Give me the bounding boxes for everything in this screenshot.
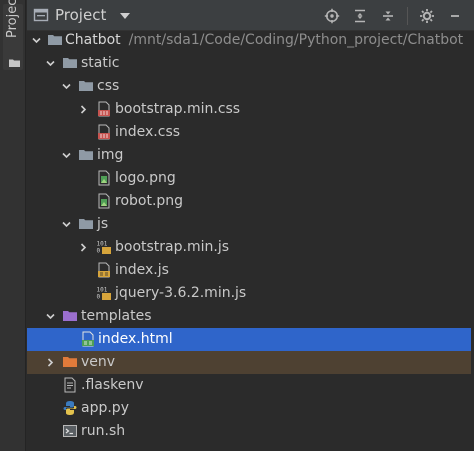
locate-icon[interactable]: [323, 7, 341, 25]
tree-row-bootstrap-min-js[interactable]: 101 0 bootstrap.min.js: [27, 236, 471, 259]
tree-item-label: bootstrap.min.css: [115, 101, 241, 117]
svg-text:101: 101: [97, 287, 108, 294]
toolbar-divider: [407, 7, 408, 25]
header-toolbar: [323, 6, 464, 26]
tree-row-logo-png[interactable]: logo.png: [27, 167, 471, 190]
tree-row-jquery[interactable]: 101 0 jquery-3.6.2.min.js: [27, 282, 471, 305]
svg-text:0: 0: [97, 294, 101, 301]
tree-row-js[interactable]: js: [27, 213, 471, 236]
chevron-down-icon[interactable]: [120, 13, 131, 19]
expand-all-icon[interactable]: [351, 7, 369, 25]
folder-icon: [79, 81, 93, 91]
tree-root-label: Chatbot/mnt/sda1/Code/Coding/Python_proj…: [65, 29, 463, 52]
tool-window-header: Project: [27, 0, 474, 31]
tree-item-label: bootstrap.min.js: [115, 239, 229, 255]
folder-icon: [79, 219, 93, 229]
gear-icon[interactable]: [418, 7, 436, 25]
tree-item-label: app.py: [81, 400, 129, 416]
css-file-icon: [98, 124, 110, 140]
project-tool-tab[interactable]: Project: [3, 0, 23, 70]
folder-icon: [48, 35, 62, 45]
image-file-icon: [98, 170, 110, 186]
chevron-right-icon[interactable]: [78, 242, 89, 253]
js-file-icon: [98, 262, 110, 278]
tree-row-chatbot[interactable]: Chatbot/mnt/sda1/Code/Coding/Python_proj…: [27, 29, 471, 52]
collapse-all-icon[interactable]: [379, 7, 397, 25]
tree-item-label: index.html: [98, 331, 173, 347]
view-label: Project: [55, 6, 107, 24]
folder-icon: [79, 150, 93, 160]
tree-row-static[interactable]: static: [27, 52, 471, 75]
chevron-down-icon[interactable]: [61, 81, 72, 92]
tree-item-label: run.sh: [81, 423, 126, 439]
project-tool-tab-label: Project: [5, 0, 20, 38]
chevron-down-icon[interactable]: [61, 219, 72, 230]
tree-row-run-sh[interactable]: run.sh: [27, 420, 471, 443]
tree-row-index-css[interactable]: index.css: [27, 121, 471, 144]
project-view-icon: [33, 8, 49, 22]
tree-item-label: static: [81, 55, 120, 71]
tree-row-venv[interactable]: venv: [27, 351, 471, 374]
tree-item-label: js: [97, 216, 109, 232]
binary-js-file-icon: 101 0: [97, 241, 111, 255]
css-file-icon: [98, 101, 110, 117]
image-file-icon: [98, 193, 110, 209]
chevron-right-icon[interactable]: [78, 104, 89, 115]
tree-row-templates[interactable]: templates: [27, 305, 471, 328]
tree-item-label: index.css: [115, 124, 181, 140]
tree-item-label: index.js: [115, 262, 169, 278]
chevron-down-icon[interactable]: [31, 35, 42, 46]
folder-icon: [9, 59, 20, 67]
tree-row-bootstrap-min-css[interactable]: bootstrap.min.css: [27, 98, 471, 121]
tree-row-img[interactable]: img: [27, 144, 471, 167]
tree-item-label: robot.png: [115, 193, 184, 209]
chevron-right-icon[interactable]: [45, 357, 56, 368]
templates-folder-icon: [63, 311, 77, 321]
binary-js-file-icon: 101 0: [97, 287, 111, 301]
chevron-down-icon[interactable]: [45, 311, 56, 322]
chevron-down-icon[interactable]: [61, 150, 72, 161]
tree-item-label: jquery-3.6.2.min.js: [115, 285, 247, 301]
tree-item-label: templates: [81, 308, 152, 324]
project-tree: Chatbot/mnt/sda1/Code/Coding/Python_proj…: [27, 31, 474, 451]
tree-item-label: css: [97, 78, 120, 94]
python-file-icon: [63, 401, 77, 415]
tree-row-index-html[interactable]: index.html: [27, 328, 471, 351]
root-path: /mnt/sda1/Code/Coding/Python_project/Cha…: [128, 32, 464, 48]
text-file-icon: [64, 377, 76, 393]
project-tool-window: Project Project Chatbot /mnt/sda1/Code/C…: [0, 0, 474, 451]
tree-item-label: .flaskenv: [81, 377, 144, 393]
view-selector[interactable]: Project: [33, 5, 131, 25]
html-file-icon: [82, 331, 94, 347]
svg-text:101: 101: [97, 241, 108, 248]
shell-script-icon: [63, 425, 77, 437]
tree-item-label: img: [97, 147, 124, 163]
tree-row-css[interactable]: css: [27, 75, 471, 98]
tree-item-label: venv: [81, 354, 116, 370]
tree-row-flaskenv[interactable]: .flaskenv: [27, 374, 471, 397]
tree-item-label: logo.png: [115, 170, 176, 186]
tree-row-index-js[interactable]: index.js: [27, 259, 471, 282]
svg-text:0: 0: [97, 248, 101, 255]
minimize-icon[interactable]: [446, 7, 464, 25]
left-tool-strip: Project: [0, 0, 26, 451]
folder-icon: [63, 58, 77, 68]
tree-row-robot-png[interactable]: robot.png: [27, 190, 471, 213]
tree-row-app-py[interactable]: app.py: [27, 397, 471, 420]
chevron-down-icon[interactable]: [45, 58, 56, 69]
root-name: Chatbot: [65, 32, 121, 48]
excluded-folder-icon: [63, 357, 77, 367]
